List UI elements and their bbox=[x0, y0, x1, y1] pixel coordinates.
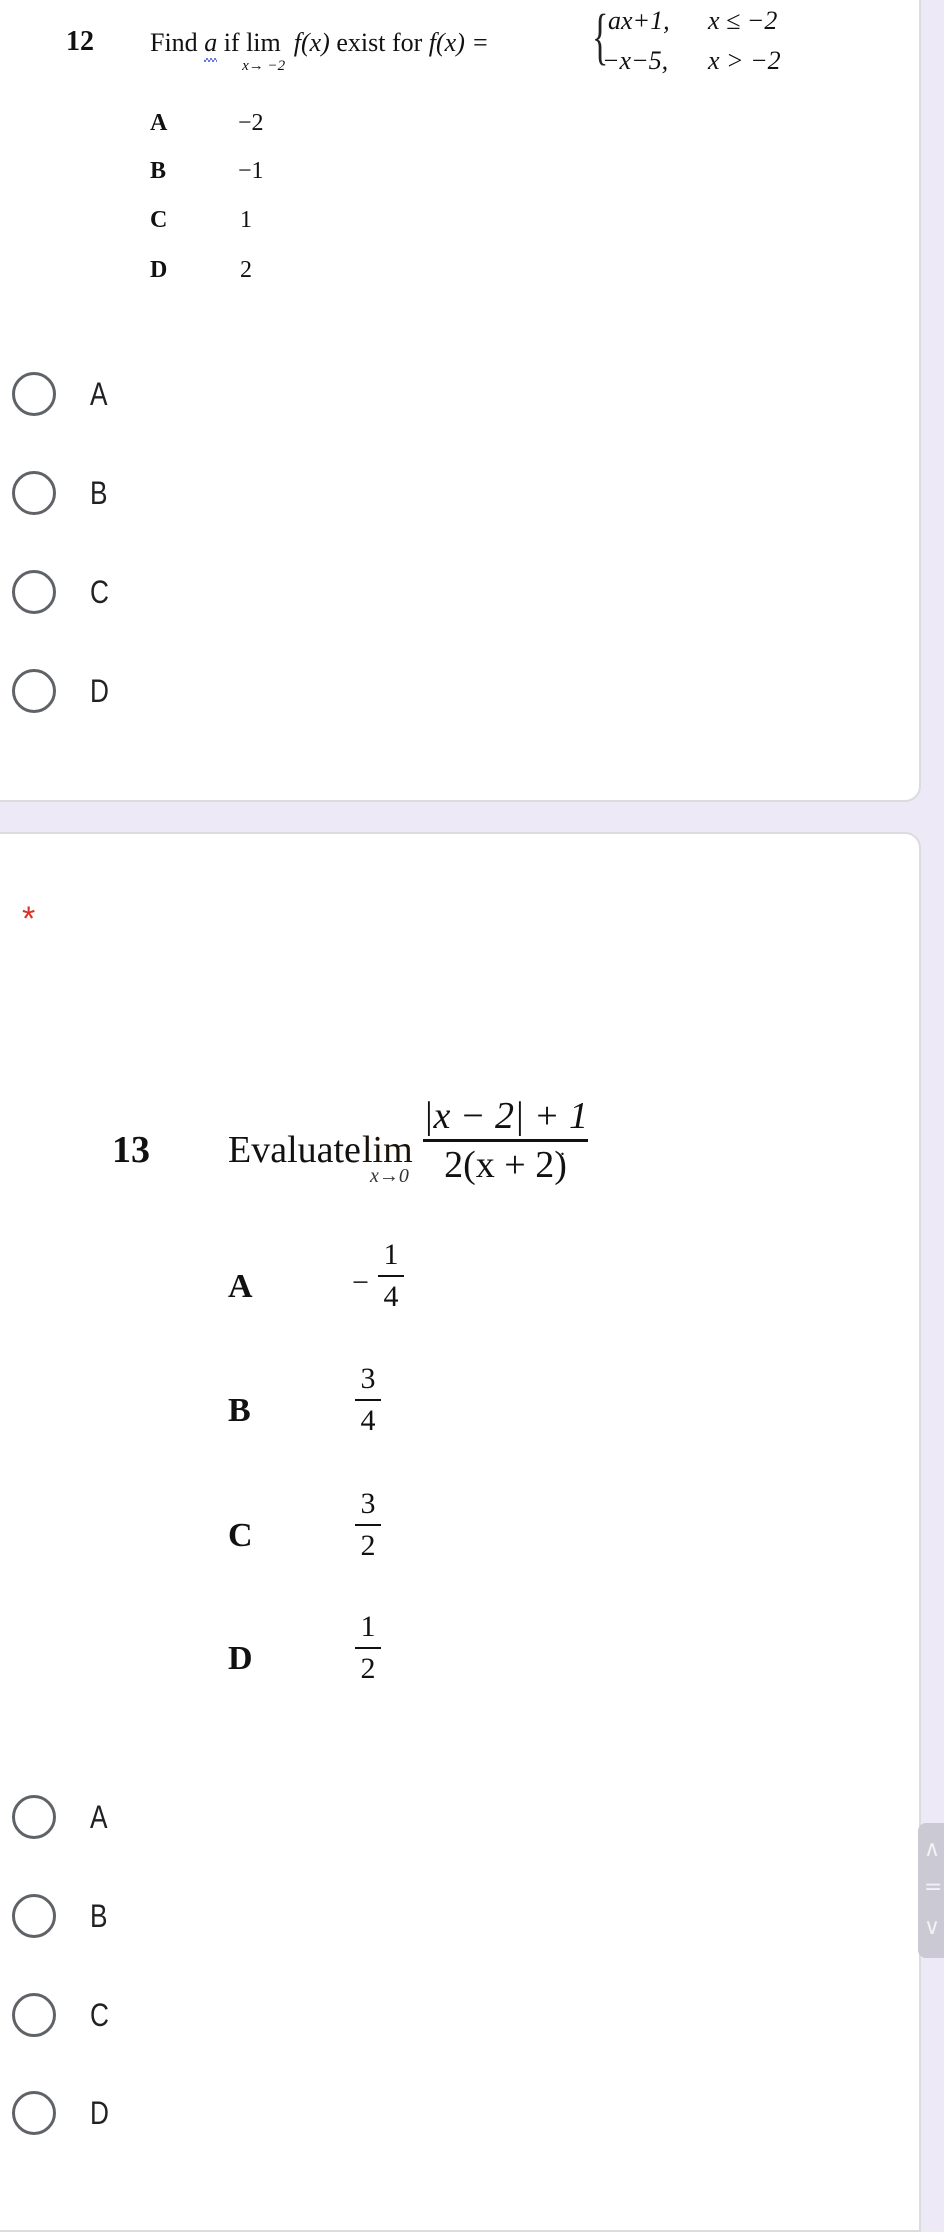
question-number: 13 bbox=[112, 1129, 150, 1171]
radio-option-b[interactable]: B bbox=[12, 1891, 111, 1941]
radio-button-icon[interactable] bbox=[12, 471, 56, 515]
radio-option-d[interactable]: D bbox=[12, 2088, 113, 2138]
option-fraction-c: 3 2 bbox=[355, 1489, 381, 1561]
option-letter-b: B bbox=[150, 158, 167, 184]
piecewise-cond-1: x ≤ −2 bbox=[708, 6, 778, 35]
limit-operator: lim x→ −2 bbox=[242, 28, 285, 74]
piecewise-expr-1: ax+1, bbox=[608, 6, 670, 35]
lim-word: lim bbox=[246, 28, 281, 57]
radio-label: A bbox=[90, 1798, 108, 1835]
fraction-denominator: 2 bbox=[360, 1529, 376, 1562]
radio-label: B bbox=[90, 474, 108, 511]
end-punctuation: . bbox=[560, 1138, 565, 1160]
radio-option-c[interactable]: C bbox=[12, 567, 113, 617]
fraction-bar bbox=[355, 1399, 381, 1401]
scroll-widget[interactable]: ∧ = ∨ bbox=[918, 1823, 944, 1958]
option-letter-c: C bbox=[228, 1517, 253, 1554]
radio-label: B bbox=[90, 1897, 108, 1934]
radio-button-icon[interactable] bbox=[12, 1894, 56, 1938]
question-prompt: Find a if lim x→ −2 f(x) exist for f(x) … bbox=[150, 28, 489, 74]
required-asterisk: * bbox=[22, 900, 36, 938]
radio-option-a[interactable]: A bbox=[12, 369, 111, 419]
fraction-denominator: 2 bbox=[360, 1652, 376, 1685]
piecewise-expr-2: −x−5, bbox=[602, 46, 669, 75]
radio-button-icon[interactable] bbox=[12, 669, 56, 713]
option-sign-a: − bbox=[352, 1266, 369, 1299]
fraction-bar bbox=[355, 1524, 381, 1526]
prompt-if: if bbox=[223, 28, 240, 57]
fraction-denominator: 2(x + 2) bbox=[444, 1144, 567, 1186]
option-value-b: −1 bbox=[238, 158, 264, 184]
piecewise-cond-2: x > −2 bbox=[708, 46, 781, 75]
option-fraction-b: 3 4 bbox=[355, 1364, 381, 1436]
question-card-12 bbox=[0, 0, 921, 802]
chevron-down-icon[interactable]: ∨ bbox=[924, 1915, 940, 1940]
limit-subscript: x→ −2 bbox=[242, 58, 286, 74]
radio-option-a[interactable]: A bbox=[12, 1792, 111, 1842]
prompt-exist-for: exist for bbox=[336, 28, 423, 57]
variable-a: a bbox=[204, 28, 218, 57]
option-letter-d: D bbox=[228, 1640, 253, 1677]
function-definition: f(x) = bbox=[428, 28, 489, 57]
option-fraction-d: 1 2 bbox=[355, 1612, 381, 1684]
option-fraction-a: 1 4 bbox=[378, 1240, 404, 1312]
radio-label: A bbox=[90, 375, 108, 412]
radio-option-b[interactable]: B bbox=[12, 468, 111, 518]
radio-option-d[interactable]: D bbox=[12, 666, 113, 716]
fraction-bar bbox=[355, 1647, 381, 1649]
radio-button-icon[interactable] bbox=[12, 1795, 56, 1839]
prompt-find: Find bbox=[150, 28, 198, 57]
radio-label: D bbox=[90, 2094, 109, 2131]
option-letter-a: A bbox=[150, 110, 168, 136]
option-value-c: 1 bbox=[240, 207, 252, 233]
fraction-bar bbox=[378, 1275, 404, 1277]
fraction-numerator: |x − 2| + 1 bbox=[423, 1095, 589, 1137]
radio-option-c[interactable]: C bbox=[12, 1990, 113, 2040]
fraction-numerator: 3 bbox=[360, 1487, 376, 1520]
fraction-numerator: 3 bbox=[360, 1362, 376, 1395]
fraction-denominator: 4 bbox=[383, 1280, 399, 1313]
radio-button-icon[interactable] bbox=[12, 372, 56, 416]
option-value-d: 2 bbox=[240, 257, 252, 283]
chevron-up-icon[interactable]: ∧ bbox=[924, 1837, 940, 1862]
option-letter-b: B bbox=[228, 1392, 251, 1429]
radio-label: D bbox=[90, 672, 109, 709]
radio-button-icon[interactable] bbox=[12, 1993, 56, 2037]
radio-button-icon[interactable] bbox=[12, 2091, 56, 2135]
question-card-13 bbox=[0, 832, 921, 2232]
option-letter-d: D bbox=[150, 257, 168, 283]
question-number: 12 bbox=[66, 26, 94, 57]
question-prompt: Evaluate bbox=[228, 1129, 361, 1171]
fraction-numerator: 1 bbox=[383, 1238, 399, 1271]
drag-handle-icon[interactable]: = bbox=[924, 1875, 942, 1900]
radio-label: C bbox=[90, 1996, 109, 2033]
function-call: f(x) bbox=[293, 28, 330, 57]
option-value-a: −2 bbox=[238, 110, 264, 136]
radio-button-icon[interactable] bbox=[12, 570, 56, 614]
fraction-numerator: 1 bbox=[360, 1610, 376, 1643]
fraction-denominator: 4 bbox=[360, 1404, 376, 1437]
option-letter-c: C bbox=[150, 207, 168, 233]
radio-label: C bbox=[90, 573, 109, 610]
limit-subscript: x→0 bbox=[370, 1165, 409, 1187]
option-letter-a: A bbox=[228, 1268, 253, 1305]
